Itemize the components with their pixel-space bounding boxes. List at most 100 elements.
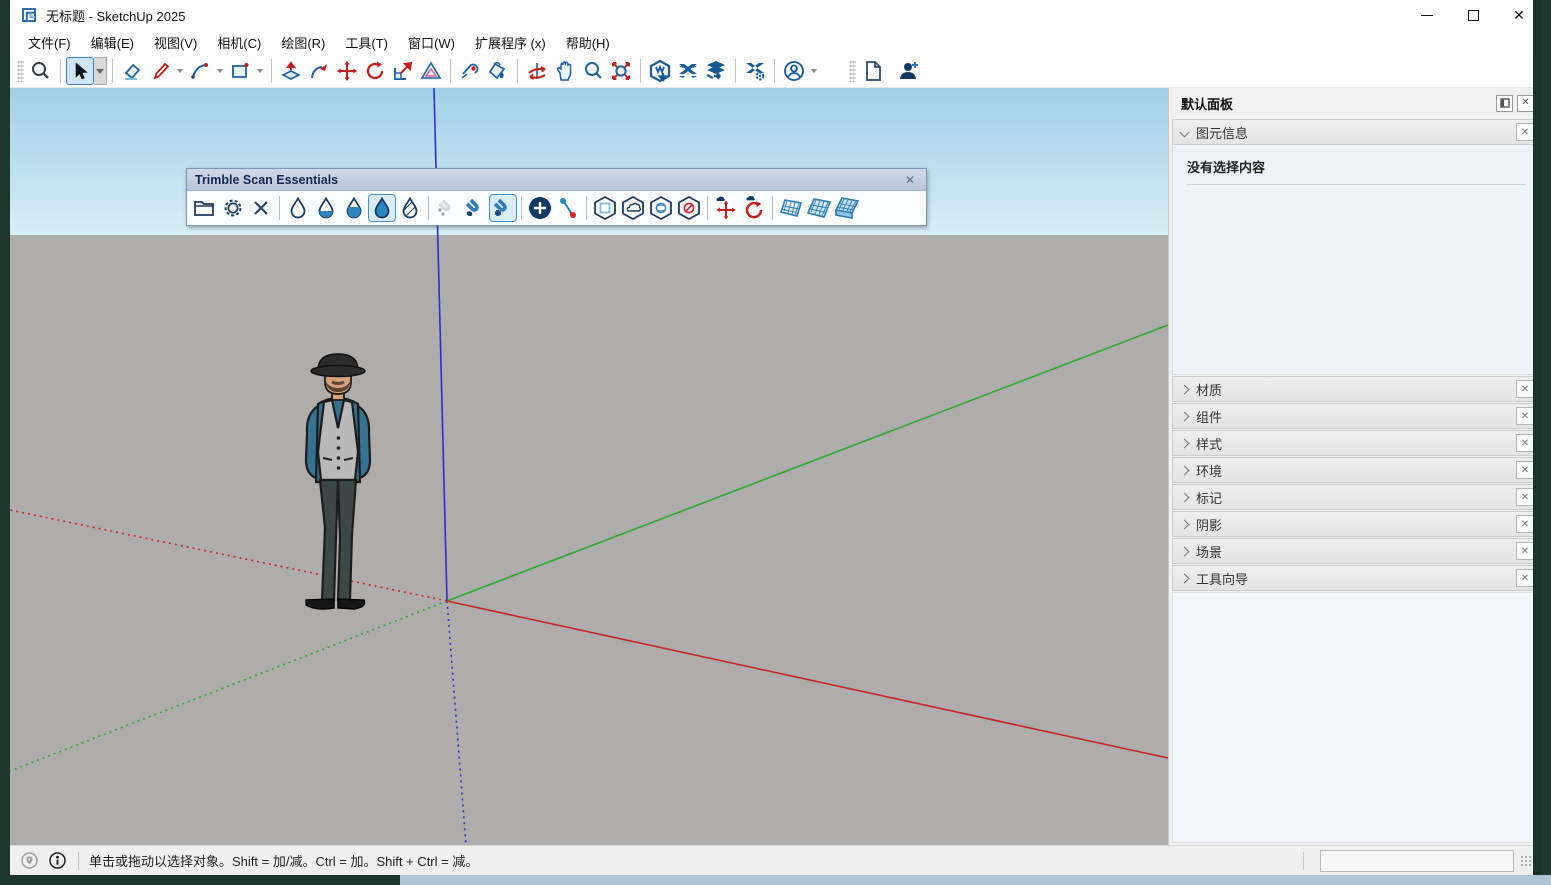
credits-info-icon[interactable] — [48, 852, 66, 870]
orbit-tool-button[interactable] — [523, 57, 551, 85]
tape-measure-tool-button[interactable] — [456, 57, 484, 85]
menu-help[interactable]: 帮助(H) — [556, 30, 620, 55]
trimble-scan-essentials-toolbar[interactable]: Trimble Scan Essentials ✕ — [186, 168, 927, 226]
unload-icon[interactable] — [247, 194, 275, 222]
section-close-button[interactable]: ✕ — [1516, 542, 1534, 560]
account-button[interactable] — [780, 57, 808, 85]
offset-tool-button[interactable] — [417, 57, 445, 85]
zoom-tool-button[interactable] — [579, 57, 607, 85]
push-pull-tool-button[interactable] — [277, 57, 305, 85]
section-materials[interactable]: 材质 ✕ — [1172, 376, 1539, 402]
section-entity-info[interactable]: 图元信息 ✕ — [1172, 119, 1539, 145]
hexagon-cloud-icon[interactable] — [619, 194, 647, 222]
zoom-extents-button[interactable] — [607, 57, 635, 85]
point-density-none-icon[interactable] — [284, 194, 312, 222]
section-shadows[interactable]: 阴影 ✕ — [1172, 511, 1539, 537]
menu-view[interactable]: 视图(V) — [144, 30, 207, 55]
scan-toolbar-close-button[interactable]: ✕ — [902, 173, 918, 187]
arc-tool-button[interactable] — [186, 57, 214, 85]
section-styles[interactable]: 样式 ✕ — [1172, 430, 1539, 456]
add-point-icon[interactable] — [526, 194, 554, 222]
point-density-hatched-icon[interactable] — [396, 194, 424, 222]
pencil-dropdown-caret[interactable] — [177, 69, 183, 73]
section-close-button[interactable]: ✕ — [1516, 123, 1534, 141]
point-density-high-icon[interactable] — [368, 194, 396, 222]
panel-pin-button[interactable] — [1496, 95, 1513, 112]
scan-toolbar-titlebar[interactable]: Trimble Scan Essentials ✕ — [187, 169, 926, 191]
hexagon-box-icon[interactable] — [591, 194, 619, 222]
paint-bucket-tool-button[interactable] — [484, 57, 512, 85]
open-folder-icon[interactable] — [191, 194, 219, 222]
section-close-button[interactable]: ✕ — [1516, 515, 1534, 533]
section-close-button[interactable]: ✕ — [1516, 380, 1534, 398]
section-close-button[interactable]: ✕ — [1516, 407, 1534, 425]
chevron-right-icon — [1180, 573, 1190, 583]
menu-tools[interactable]: 工具(T) — [335, 30, 398, 55]
window-title: 无标题 - SketchUp 2025 — [46, 6, 185, 25]
rotate-tool-button[interactable] — [361, 57, 389, 85]
section-instructor[interactable]: 工具向导 ✕ — [1172, 565, 1539, 591]
point-density-medium-icon[interactable] — [340, 194, 368, 222]
account-dropdown-caret[interactable] — [811, 69, 817, 73]
toolbar-grip[interactable] — [17, 60, 24, 82]
3d-viewport[interactable]: Trimble Scan Essentials ✕ — [10, 88, 1168, 845]
move-tool-button[interactable] — [333, 57, 361, 85]
hexagon-sphere-icon[interactable] — [647, 194, 675, 222]
maximize-button[interactable] — [1450, 0, 1496, 30]
node-link-icon[interactable] — [554, 194, 582, 222]
3d-warehouse-button[interactable] — [646, 57, 674, 85]
zoom-search-icon[interactable] — [27, 57, 55, 85]
pan-tool-button[interactable] — [551, 57, 579, 85]
pencil-tool-button[interactable] — [146, 57, 174, 85]
section-tags[interactable]: 标记 ✕ — [1172, 484, 1539, 510]
geolocation-icon[interactable] — [20, 852, 38, 870]
snap-plane-icon[interactable] — [489, 194, 517, 222]
sign-in-button[interactable] — [895, 57, 923, 85]
section-label: 阴影 — [1196, 515, 1222, 534]
snap-disabled-icon[interactable] — [433, 194, 461, 222]
arc-dropdown-caret[interactable] — [217, 69, 223, 73]
toolbar-grip-2[interactable] — [849, 60, 856, 82]
menu-extensions[interactable]: 扩展程序 (x) — [465, 30, 556, 55]
rectangle-tool-button[interactable] — [226, 57, 254, 85]
entity-info-empty-text: 没有选择内容 — [1187, 157, 1526, 176]
menu-camera[interactable]: 相机(C) — [207, 30, 271, 55]
mesh-panel-icon[interactable] — [777, 194, 805, 222]
mesh-surface-icon[interactable] — [805, 194, 833, 222]
scale-tool-button[interactable] — [389, 57, 417, 85]
chevron-right-icon — [1180, 384, 1190, 394]
select-tool-button[interactable] — [66, 57, 94, 85]
resize-grip[interactable] — [1520, 855, 1532, 867]
section-close-button[interactable]: ✕ — [1516, 434, 1534, 452]
menu-file[interactable]: 文件(F) — [18, 30, 81, 55]
mesh-solid-icon[interactable] — [833, 194, 861, 222]
scale-figure[interactable] — [306, 354, 370, 609]
point-density-low-icon[interactable] — [312, 194, 340, 222]
rectangle-dropdown-caret[interactable] — [257, 69, 263, 73]
section-close-button[interactable]: ✕ — [1516, 488, 1534, 506]
measurements-input[interactable] — [1320, 850, 1514, 872]
follow-me-tool-button[interactable] — [305, 57, 333, 85]
eraser-tool-button[interactable] — [118, 57, 146, 85]
section-components[interactable]: 组件 ✕ — [1172, 403, 1539, 429]
chevron-down-icon — [1180, 127, 1190, 137]
trimble-connect-button[interactable] — [674, 57, 702, 85]
section-close-button[interactable]: ✕ — [1516, 569, 1534, 587]
move-cloud-icon[interactable] — [712, 194, 740, 222]
select-dropdown-button[interactable] — [94, 57, 107, 85]
extension-manager-button[interactable] — [741, 57, 769, 85]
section-scenes[interactable]: 场景 ✕ — [1172, 538, 1539, 564]
send-to-layout-button[interactable] — [702, 57, 730, 85]
snap-point-icon[interactable] — [461, 194, 489, 222]
menu-window[interactable]: 窗口(W) — [398, 30, 465, 55]
hexagon-none-icon[interactable] — [675, 194, 703, 222]
section-close-button[interactable]: ✕ — [1516, 461, 1534, 479]
section-environment[interactable]: 环境 ✕ — [1172, 457, 1539, 483]
minimize-button[interactable] — [1404, 0, 1450, 30]
settings-gear-icon[interactable] — [219, 194, 247, 222]
new-document-button[interactable] — [859, 57, 887, 85]
menu-edit[interactable]: 编辑(E) — [81, 30, 144, 55]
panel-close-button[interactable]: ✕ — [1517, 95, 1534, 112]
rotate-cloud-icon[interactable] — [740, 194, 768, 222]
menu-draw[interactable]: 绘图(R) — [271, 30, 335, 55]
